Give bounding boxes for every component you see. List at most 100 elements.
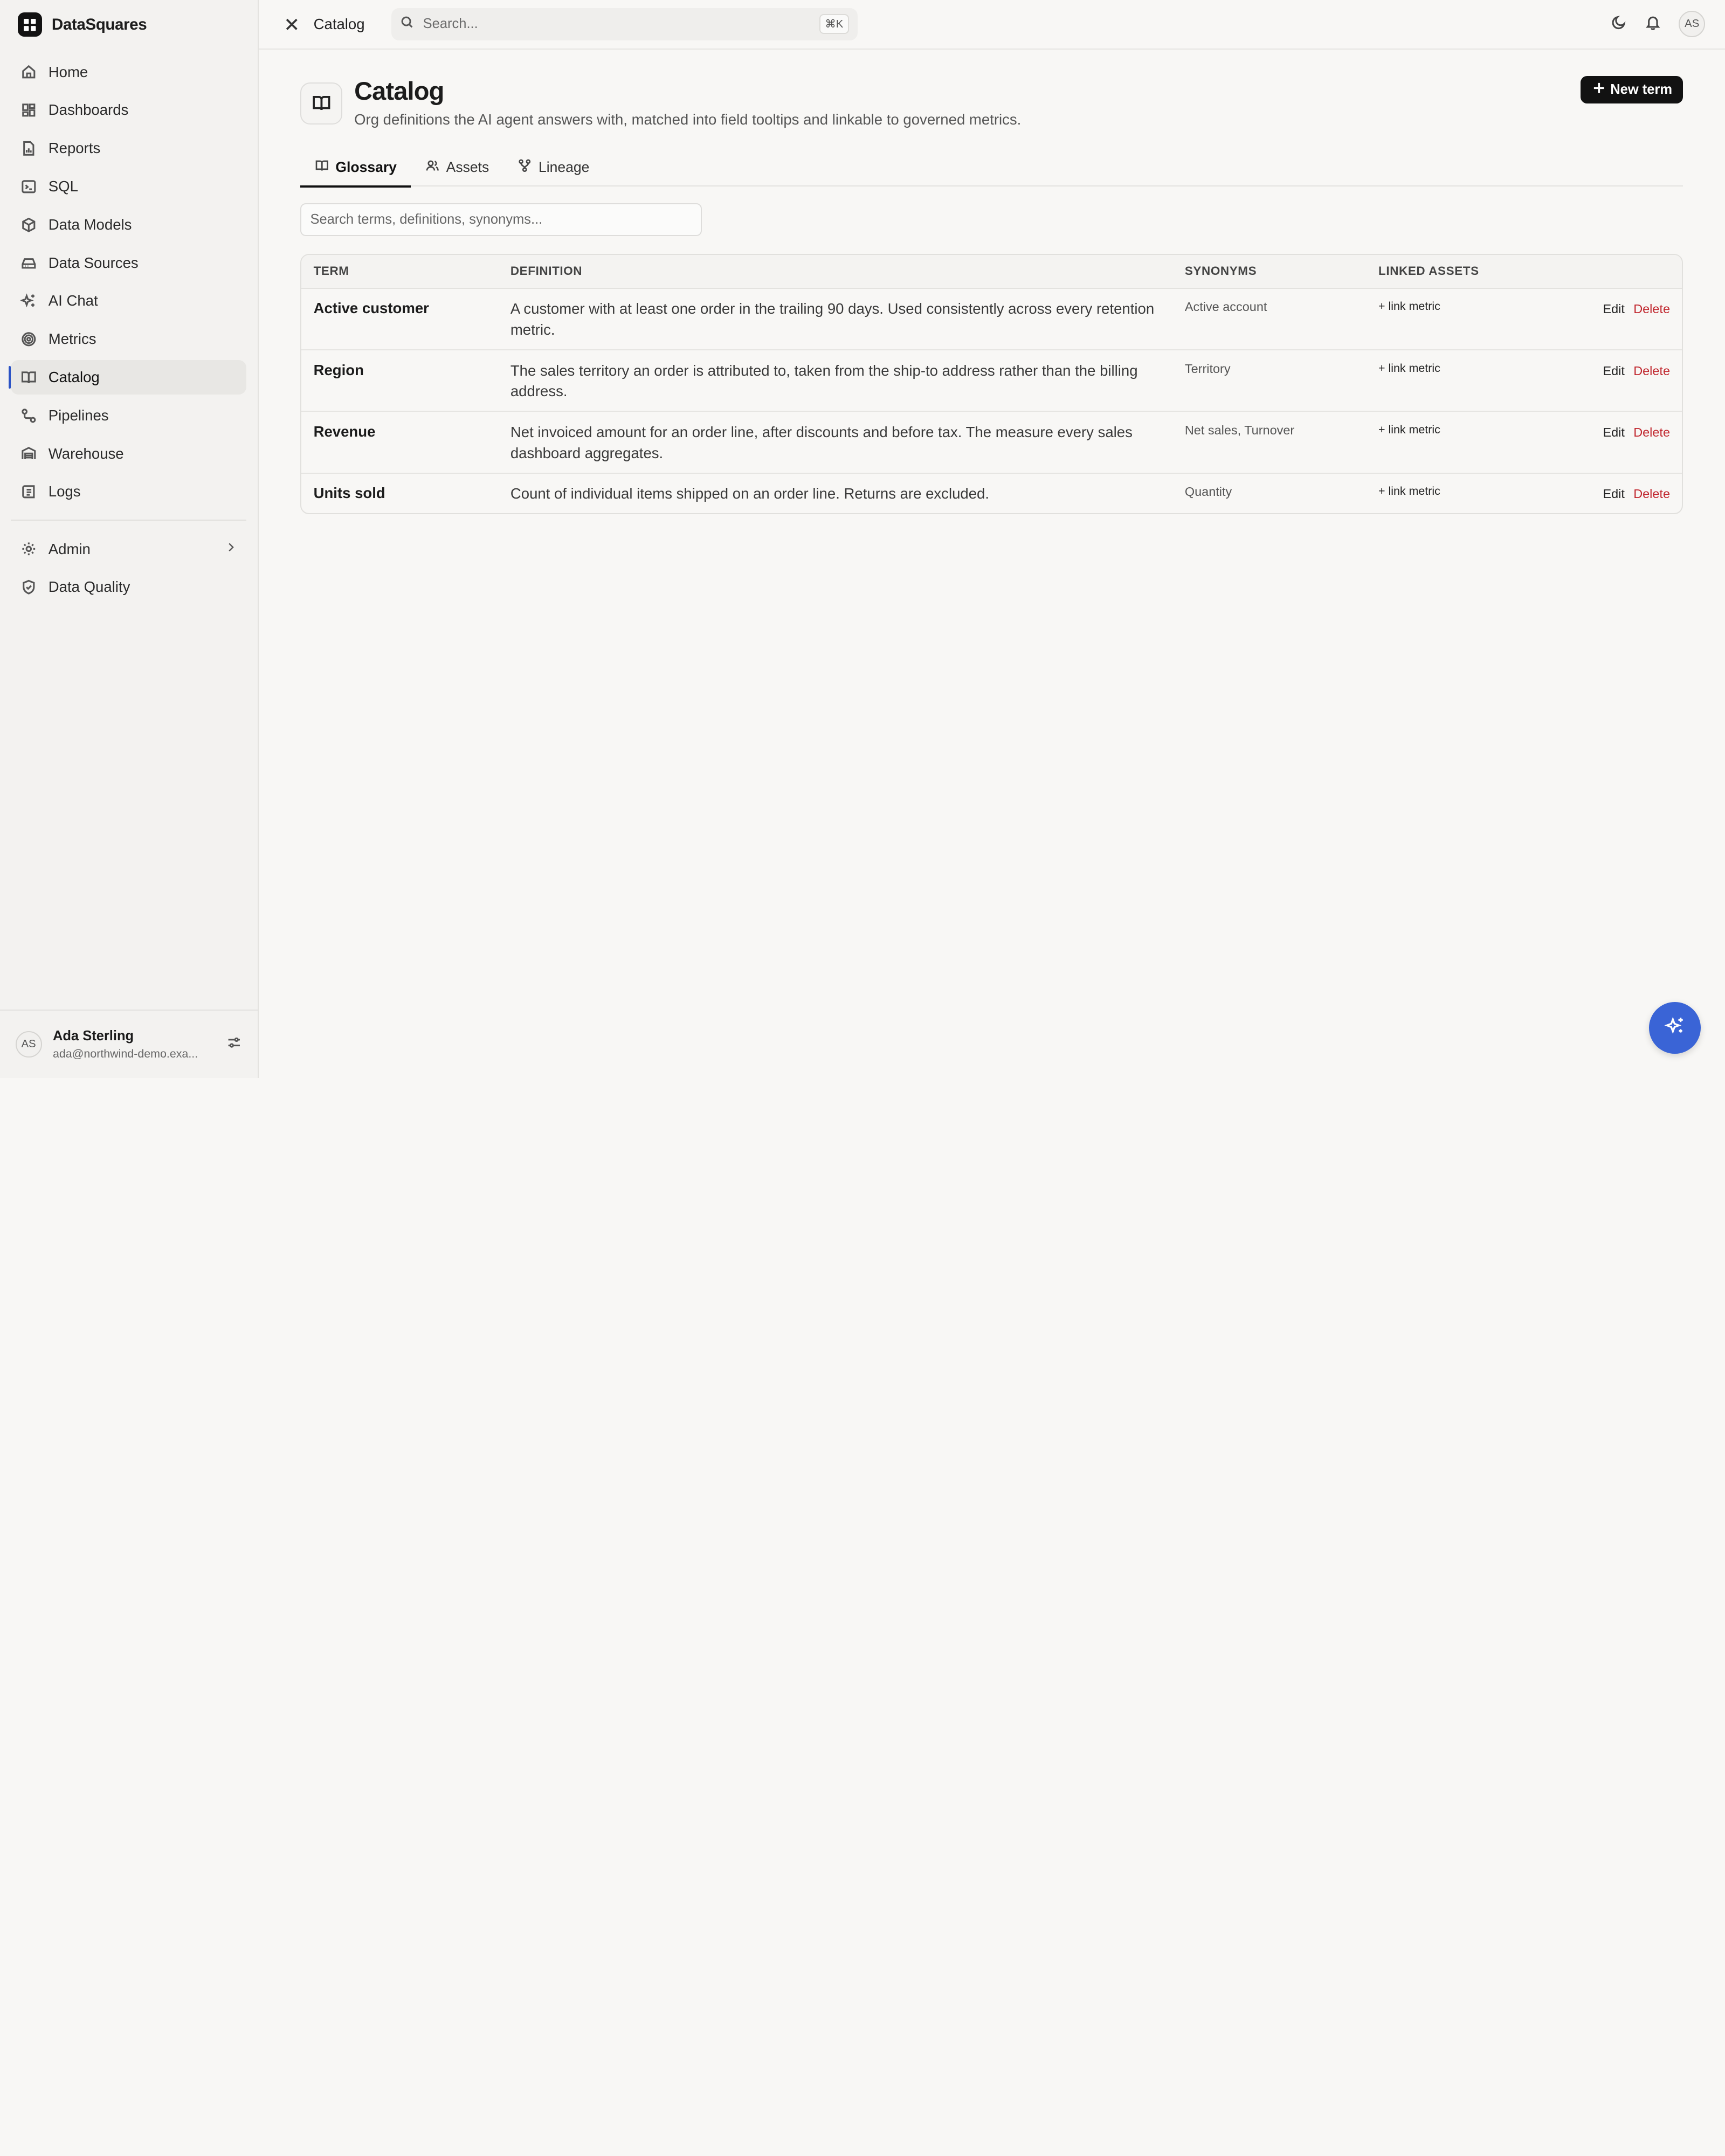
user-name: Ada Sterling bbox=[52, 1028, 134, 1044]
brand-logo-icon bbox=[17, 12, 42, 37]
tab-assets[interactable]: Assets bbox=[411, 148, 503, 186]
lineage-icon bbox=[518, 158, 532, 177]
term-name: Units sold bbox=[313, 485, 385, 502]
sidebar-item-label: Warehouse bbox=[48, 445, 124, 462]
term-synonyms: Quantity bbox=[1184, 485, 1232, 499]
edit-button[interactable]: Edit bbox=[1603, 425, 1624, 464]
tab-glossary[interactable]: Glossary bbox=[300, 148, 411, 188]
bell-icon[interactable] bbox=[1645, 14, 1661, 35]
term-name: Region bbox=[313, 361, 364, 378]
sparkle-icon bbox=[20, 292, 38, 310]
top-actions: AS bbox=[1611, 11, 1706, 38]
warehouse-icon bbox=[20, 445, 38, 462]
pipeline-icon bbox=[20, 407, 38, 425]
sidebar-item-label: Pipelines bbox=[48, 406, 109, 424]
delete-button[interactable]: Delete bbox=[1633, 425, 1670, 464]
sidebar-item-label: Data Models bbox=[48, 216, 132, 233]
close-icon[interactable] bbox=[280, 13, 302, 36]
table-row[interactable]: Active customer A customer with at least… bbox=[301, 289, 1682, 351]
edit-button[interactable]: Edit bbox=[1603, 364, 1624, 402]
sidebar-item-label: Admin bbox=[48, 540, 91, 557]
sidebar-item-metrics[interactable]: Metrics bbox=[11, 322, 246, 356]
sidebar-item-ai-chat[interactable]: AI Chat bbox=[11, 284, 246, 318]
row-actions: Edit Delete bbox=[1561, 483, 1682, 505]
edit-button[interactable]: Edit bbox=[1603, 487, 1624, 505]
term-definition: A customer with at least one order in th… bbox=[510, 300, 1155, 338]
edit-button[interactable]: Edit bbox=[1603, 302, 1624, 340]
column-header-term[interactable]: TERM bbox=[301, 264, 498, 278]
user-email: ada@northwind-demo.exa... bbox=[52, 1047, 198, 1060]
terminal-icon bbox=[20, 178, 38, 196]
sidebar-item-dashboards[interactable]: Dashboards bbox=[11, 93, 246, 127]
book-icon bbox=[300, 82, 342, 125]
sidebar-item-label: AI Chat bbox=[48, 292, 98, 309]
glossary-table: TERM DEFINITION SYNONYMS LINKED ASSETS A… bbox=[300, 253, 1683, 515]
column-header-linked-assets[interactable]: LINKED ASSETS bbox=[1367, 264, 1561, 278]
sidebar-item-logs[interactable]: Logs bbox=[11, 475, 246, 509]
term-name: Active customer bbox=[313, 300, 429, 317]
ai-assistant-button[interactable] bbox=[1649, 1002, 1701, 1054]
term-synonyms: Active account bbox=[1184, 300, 1267, 314]
column-header-synonyms[interactable]: SYNONYMS bbox=[1172, 264, 1366, 278]
row-actions: Edit Delete bbox=[1561, 361, 1682, 403]
brand-name: DataSquares bbox=[51, 15, 147, 33]
new-term-button[interactable]: New term bbox=[1581, 75, 1683, 103]
sidebar-item-data-quality[interactable]: Data Quality bbox=[11, 570, 246, 604]
delete-button[interactable]: Delete bbox=[1633, 364, 1670, 402]
row-actions: Edit Delete bbox=[1561, 422, 1682, 464]
sidebar-item-data-sources[interactable]: Data Sources bbox=[11, 246, 246, 280]
page-title: Catalog bbox=[354, 77, 444, 105]
report-icon bbox=[20, 140, 38, 157]
sidebar-item-warehouse[interactable]: Warehouse bbox=[11, 437, 246, 471]
settings-sliders-icon[interactable] bbox=[226, 1034, 242, 1055]
tab-lineage[interactable]: Lineage bbox=[503, 148, 604, 186]
sidebar-item-home[interactable]: Home bbox=[11, 55, 246, 89]
sidebar-item-label: SQL bbox=[48, 178, 78, 195]
gear-icon bbox=[20, 540, 38, 558]
plus-icon bbox=[1593, 82, 1605, 98]
sidebar-item-catalog[interactable]: Catalog bbox=[9, 360, 247, 395]
cube-icon bbox=[20, 216, 38, 234]
term-definition: Net invoiced amount for an order line, a… bbox=[510, 423, 1133, 461]
breadcrumb: Catalog bbox=[313, 15, 365, 32]
glossary-search-input[interactable]: Search terms, definitions, synonyms... bbox=[300, 203, 702, 237]
book-icon bbox=[20, 369, 38, 386]
catalog-tabs: Glossary Assets Lineage bbox=[300, 148, 1683, 188]
delete-button[interactable]: Delete bbox=[1633, 302, 1670, 340]
brand[interactable]: DataSquares bbox=[0, 0, 258, 50]
table-row[interactable]: Region The sales territory an order is a… bbox=[301, 350, 1682, 412]
avatar[interactable]: AS bbox=[1679, 11, 1706, 38]
sidebar-item-label: Dashboards bbox=[48, 101, 129, 119]
sidebar-item-label: Data Sources bbox=[48, 254, 139, 271]
sidebar: DataSquares Home Dashboards Reports SQL … bbox=[0, 0, 259, 1078]
sidebar-item-admin[interactable]: Admin bbox=[11, 532, 246, 566]
catalog-page: Catalog Org definitions the AI agent ans… bbox=[259, 50, 1725, 515]
table-row[interactable]: Units sold Count of individual items shi… bbox=[301, 474, 1682, 513]
sidebar-item-data-models[interactable]: Data Models bbox=[11, 208, 246, 241]
link-metric-button[interactable]: + link metric bbox=[1367, 483, 1561, 505]
link-metric-button[interactable]: + link metric bbox=[1367, 422, 1561, 464]
chevron-right-icon bbox=[224, 541, 237, 558]
sidebar-divider bbox=[11, 520, 247, 521]
column-header-definition[interactable]: DEFINITION bbox=[498, 264, 1172, 278]
users-icon bbox=[425, 158, 440, 177]
link-metric-button[interactable]: + link metric bbox=[1367, 361, 1561, 403]
global-search[interactable]: Search... ⌘K bbox=[391, 8, 858, 40]
row-actions: Edit Delete bbox=[1561, 299, 1682, 341]
delete-button[interactable]: Delete bbox=[1633, 487, 1670, 505]
term-synonyms: Territory bbox=[1184, 361, 1231, 376]
search-icon bbox=[400, 15, 415, 33]
search-input[interactable]: Search... bbox=[423, 16, 478, 32]
sidebar-item-reports[interactable]: Reports bbox=[11, 132, 246, 165]
dashboard-icon bbox=[20, 101, 38, 119]
user-profile[interactable]: AS Ada Sterling ada@northwind-demo.exa..… bbox=[0, 1010, 258, 1078]
book-icon bbox=[315, 158, 329, 177]
tab-label: Lineage bbox=[539, 159, 590, 176]
sidebar-item-sql[interactable]: SQL bbox=[11, 169, 246, 203]
shield-icon bbox=[20, 578, 38, 596]
moon-icon[interactable] bbox=[1611, 14, 1627, 35]
table-row[interactable]: Revenue Net invoiced amount for an order… bbox=[301, 412, 1682, 474]
sidebar-item-pipelines[interactable]: Pipelines bbox=[11, 398, 246, 432]
link-metric-button[interactable]: + link metric bbox=[1367, 299, 1561, 341]
sidebar-item-label: Metrics bbox=[48, 330, 96, 348]
